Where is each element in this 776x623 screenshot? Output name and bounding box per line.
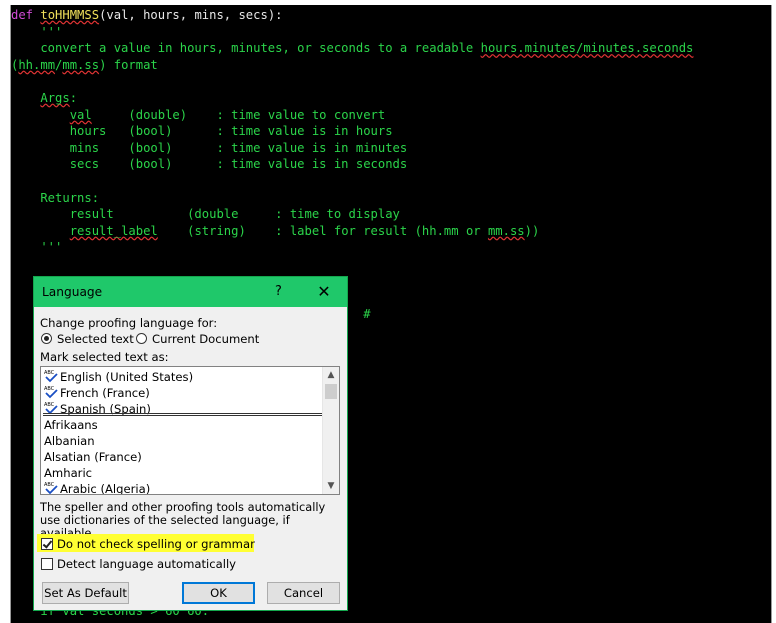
list-separator	[43, 413, 323, 414]
code-token: Args	[40, 90, 70, 105]
code-line: Returns:	[11, 190, 693, 207]
scroll-up-icon[interactable]: ▲	[323, 367, 339, 383]
language-item[interactable]: Alsatian (France)	[44, 449, 142, 465]
code-line: mins (bool) : time value is in minutes	[11, 140, 693, 157]
dialog-title: Language	[42, 285, 103, 299]
language-item[interactable]: ABC English (United States)	[44, 369, 193, 385]
language-name: Afrikaans	[44, 418, 98, 432]
code-token: Returns:	[11, 190, 100, 205]
code-token: (string) : label for result (hh.mm or	[157, 223, 488, 238]
code-token: hours.minutes/minutes.seconds	[480, 41, 694, 56]
code-token: result (double : time to display	[11, 207, 400, 222]
close-icon[interactable]: ✕	[313, 281, 335, 303]
selected-text-radio[interactable]	[41, 333, 52, 344]
detect-language-label[interactable]: Detect language automatically	[57, 557, 236, 571]
language-dialog: Language ? ✕ Change proofing language fo…	[33, 276, 348, 611]
ok-button[interactable]: OK	[182, 582, 255, 604]
code-text[interactable]: def toHHMMSS(val, hours, mins, secs): ''…	[11, 7, 693, 322]
spellcheck-icon: ABC	[44, 386, 58, 399]
spellcheck-icon: ABC	[44, 370, 58, 383]
code-token: ) format	[99, 57, 158, 72]
code-line: def toHHMMSS(val, hours, mins, secs):	[11, 7, 693, 24]
spellcheck-icon: ABC	[44, 482, 58, 494]
language-item[interactable]: Afrikaans	[44, 417, 98, 433]
dialog-title-bar[interactable]: Language ? ✕	[34, 277, 347, 307]
code-token: mm.ss	[487, 223, 525, 238]
detect-language-checkbox[interactable]	[41, 558, 53, 570]
list-scrollbar[interactable]: ▲ ▼	[322, 367, 339, 494]
code-line: (hh.mm/mm.ss) format	[11, 57, 693, 74]
code-line: convert a value in hours, minutes, or se…	[11, 40, 693, 57]
language-item[interactable]: Albanian	[44, 433, 95, 449]
language-name: Alsatian (France)	[44, 450, 142, 464]
current-document-label[interactable]: Current Document	[152, 332, 259, 346]
do-not-check-label[interactable]: Do not check spelling or grammar	[57, 537, 255, 551]
code-token: (val, hours, mins, secs):	[99, 8, 283, 22]
list-separator	[43, 415, 323, 416]
code-token: :	[69, 90, 78, 105]
code-line: secs (bool) : time value is in seconds	[11, 156, 693, 173]
selected-text-label[interactable]: Selected text	[57, 332, 134, 346]
language-name: French (France)	[60, 386, 150, 400]
code-line: hours (bool) : time value is in hours	[11, 123, 693, 140]
language-name: Arabic (Algeria)	[60, 482, 151, 495]
language-item[interactable]: ABC French (France)	[44, 385, 150, 401]
code-token: def	[11, 8, 41, 22]
cancel-button[interactable]: Cancel	[267, 582, 340, 604]
language-item[interactable]: ABC Arabic (Algeria)	[44, 481, 151, 495]
current-document-radio[interactable]	[136, 333, 147, 344]
code-token: (double) : time value to convert	[91, 107, 386, 122]
language-name: Albanian	[44, 434, 95, 448]
svg-text:ABC: ABC	[44, 386, 55, 392]
scroll-down-icon[interactable]: ▼	[323, 478, 339, 494]
code-token: secs (bool) : time value is in seconds	[11, 157, 408, 172]
code-token: mins (bool) : time value is in minutes	[11, 140, 408, 155]
set-as-default-button[interactable]: Set As Default	[42, 582, 129, 604]
svg-text:ABC: ABC	[44, 482, 55, 488]
code-line: result (double : time to display	[11, 206, 693, 223]
svg-text:ABC: ABC	[44, 370, 55, 376]
code-line: result_label (string) : label for result…	[11, 223, 693, 240]
code-line: val (double) : time value to convert	[11, 107, 693, 124]
help-icon[interactable]: ?	[275, 284, 282, 299]
code-token: '''	[11, 24, 63, 39]
code-line: Args:	[11, 90, 693, 107]
language-list[interactable]: ABC English (United States) ABC French (Fra…	[40, 366, 340, 495]
scroll-thumb[interactable]	[325, 384, 337, 399]
code-token: hours (bool) : time value is in hours	[11, 124, 393, 139]
mark-selected-label: Mark selected text as:	[40, 350, 169, 364]
code-token: mm.ss	[62, 57, 100, 72]
code-token: result_label	[69, 223, 158, 238]
code-line: '''	[11, 239, 693, 256]
code-token: toHHMMSS	[40, 8, 100, 22]
do-not-check-checkbox[interactable]	[41, 538, 53, 550]
code-token: '''	[11, 240, 63, 255]
code-token: val	[69, 107, 92, 122]
language-item[interactable]: Amharic	[44, 465, 92, 481]
code-token: ))	[524, 223, 540, 238]
language-name: Amharic	[44, 466, 93, 480]
code-line: '''	[11, 24, 693, 41]
proofing-prompt: Change proofing language for:	[40, 316, 218, 330]
code-token: convert a value in hours, minutes, or se…	[11, 41, 481, 56]
code-token: hh.mm	[18, 57, 56, 72]
svg-text:ABC: ABC	[44, 402, 55, 408]
language-name: English (United States)	[60, 370, 194, 384]
